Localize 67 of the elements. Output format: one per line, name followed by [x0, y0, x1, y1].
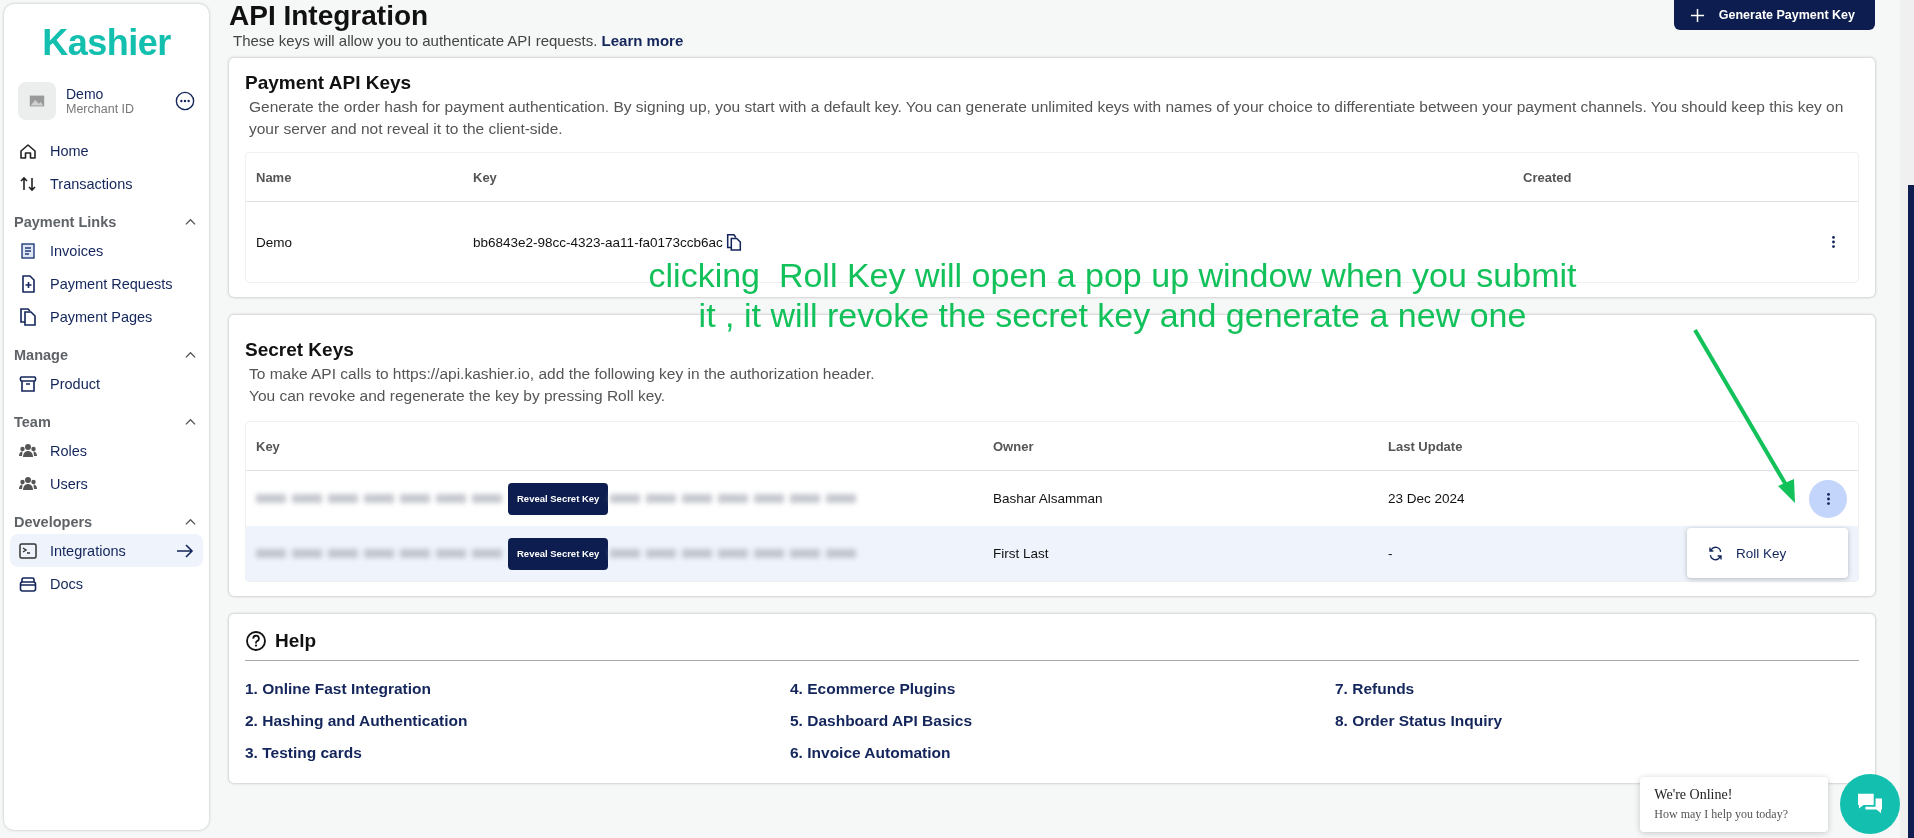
column-header: Owner [992, 438, 1034, 454]
help-link[interactable]: 6. Invoice Automation [790, 744, 951, 762]
card-title: Payment API Keys [245, 72, 413, 94]
page-subtitle: These keys will allow you to authenticate API requests. Learn more [233, 32, 684, 49]
nav-item[interactable]: Payment Pages [10, 300, 203, 333]
reveal-key-button[interactable]: Reveal Secret Key [508, 482, 609, 515]
nav-item[interactable]: Invoices [10, 234, 203, 267]
card-description: Generate the order hash for payment authentication. By signing up, you start with a default key. You can generate unlimited keys with names of your choice to differentiate between your payment channels. You should keep this key on your server and not reveal it to the client-side. [249, 97, 1845, 139]
section-title: Manage [14, 347, 68, 363]
column-header: Last Update [1387, 438, 1463, 454]
refresh-icon [1707, 544, 1724, 562]
learn-more-link[interactable]: Learn more [601, 32, 684, 49]
nav-item[interactable]: Integrations [10, 534, 203, 567]
chat-subtitle: How may I help you today? [1654, 806, 1788, 822]
terminal-icon [18, 540, 38, 561]
nav-item[interactable]: Product [10, 367, 203, 400]
nav-item[interactable]: Users [10, 467, 203, 500]
reveal-key-button[interactable]: Reveal Secret Key [508, 537, 609, 570]
account-subtitle: Merchant ID [66, 102, 136, 116]
menu-item[interactable]: Roll Key [1707, 544, 1787, 562]
chat-icon [1856, 792, 1884, 816]
table-cell-text: First Last [992, 546, 1049, 561]
plus-icon [1689, 7, 1705, 23]
section-title: Developers [14, 514, 93, 530]
card-title: Help [275, 630, 317, 652]
box-icon [18, 373, 38, 394]
table-cell-text: bb6843e2-98cc-4323-aa11-fa0173ccb6ac [472, 234, 723, 250]
nav-item[interactable]: Payment Requests [10, 267, 203, 300]
nav-item[interactable]: Roles [10, 434, 203, 467]
table-cell-text: Bashar Alsamman [992, 491, 1103, 506]
card-description: You can revoke and regenerate the key by pressing Roll key. [249, 386, 667, 406]
section-title: Payment Links [14, 214, 117, 230]
help-link[interactable]: 5. Dashboard API Basics [790, 712, 973, 730]
page-title: API Integration [229, 0, 430, 32]
help-icon [245, 630, 267, 652]
account-name: Demo [66, 86, 105, 102]
card-title: Secret Keys [245, 339, 355, 361]
table-cell-text: 23 Dec 2024 [1387, 491, 1465, 506]
help-link[interactable]: 2. Hashing and Authentication [245, 712, 468, 730]
scrollbar-thumb[interactable] [1908, 185, 1914, 838]
help-link[interactable]: 1. Online Fast Integration [245, 680, 432, 698]
chat-title: We're Online! [1654, 786, 1734, 803]
table-row[interactable]: Reveal Secret Key Bashar Alsamman 23 Dec 2024 [246, 471, 1858, 526]
column-header: Created [1522, 169, 1572, 185]
nav-item[interactable]: Docs [10, 567, 203, 600]
table-cell-text: Demo [255, 234, 292, 250]
section-title: Team [14, 414, 51, 430]
kebab-icon [1830, 235, 1836, 249]
nav-item[interactable]: Transactions [10, 167, 203, 200]
table-cell-text: - [1387, 546, 1393, 561]
invoice-icon [18, 240, 38, 261]
more-icon[interactable] [175, 91, 195, 111]
annotation-text: it , it will revoke the secret key and generate a new one [698, 295, 1527, 335]
card-description: To make API calls to https://api.kashier.io, add the following key in the authorization header. [249, 364, 876, 384]
kebab-icon [1825, 491, 1831, 506]
annotation-text: clicking Roll Key will open a pop up window when you submit [648, 255, 1577, 295]
copy-icon[interactable] [724, 232, 743, 252]
help-link[interactable]: 7. Refunds [1335, 680, 1415, 698]
column-header: Name [255, 169, 292, 185]
generate-key-button[interactable]: Generate Payment Key [1673, 0, 1875, 30]
nav-item[interactable]: Home [10, 134, 203, 167]
column-header: Key [472, 169, 497, 185]
pages-icon [18, 306, 38, 327]
help-link[interactable]: 8. Order Status Inquiry [1335, 712, 1503, 730]
help-link[interactable]: 4. Ecommerce Plugins [790, 680, 956, 698]
help-link[interactable]: 3. Testing cards [245, 744, 362, 762]
column-header: Key [255, 438, 280, 454]
